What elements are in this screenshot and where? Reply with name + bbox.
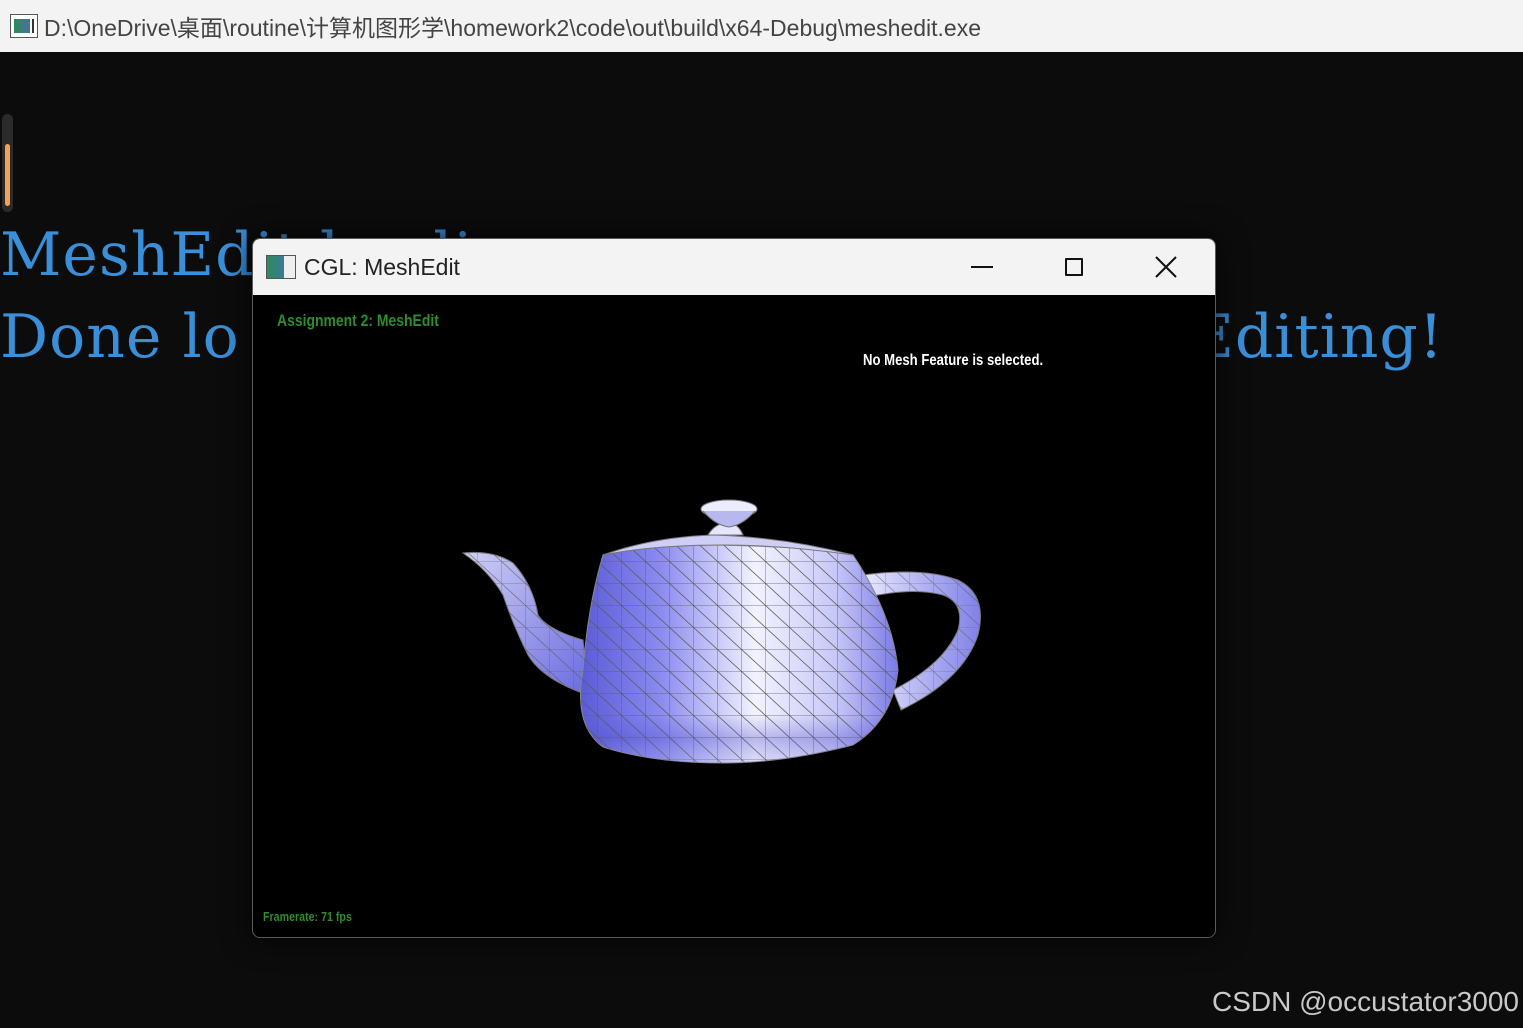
- minimize-icon: [971, 266, 993, 268]
- cgl-meshedit-window[interactable]: CGL: MeshEdit Assignment 2: MeshEdit No …: [252, 238, 1216, 938]
- csdn-watermark: CSDN @occustator3000: [1211, 986, 1519, 1017]
- framerate-readout: Framerate: 71 fps: [263, 909, 352, 924]
- console-titlebar: D:\OneDrive\桌面\routine\计算机图形学\homework2\…: [0, 0, 1523, 52]
- close-icon: [1155, 256, 1177, 278]
- close-button[interactable]: [1120, 239, 1212, 295]
- maximize-icon: [1065, 258, 1083, 276]
- console-scrollbar[interactable]: [2, 114, 13, 212]
- cgl-window-icon: [266, 255, 296, 279]
- selection-status: No Mesh Feature is selected.: [863, 352, 1044, 369]
- assignment-label: Assignment 2: MeshEdit: [277, 311, 439, 330]
- cgl-titlebar[interactable]: CGL: MeshEdit: [253, 239, 1215, 295]
- cgl-window-title: CGL: MeshEdit: [304, 253, 460, 280]
- maximize-button[interactable]: [1028, 239, 1120, 295]
- mesh-viewport[interactable]: Assignment 2: MeshEdit No Mesh Feature i…: [253, 295, 1215, 937]
- console-line-2-left: Done lo: [0, 302, 240, 372]
- minimize-button[interactable]: [936, 239, 1028, 295]
- console-window-title: D:\OneDrive\桌面\routine\计算机图形学\homework2\…: [44, 15, 982, 41]
- scrollbar-thumb[interactable]: [5, 144, 10, 206]
- console-app-icon: [10, 14, 38, 38]
- teapot-mesh[interactable]: [453, 495, 993, 775]
